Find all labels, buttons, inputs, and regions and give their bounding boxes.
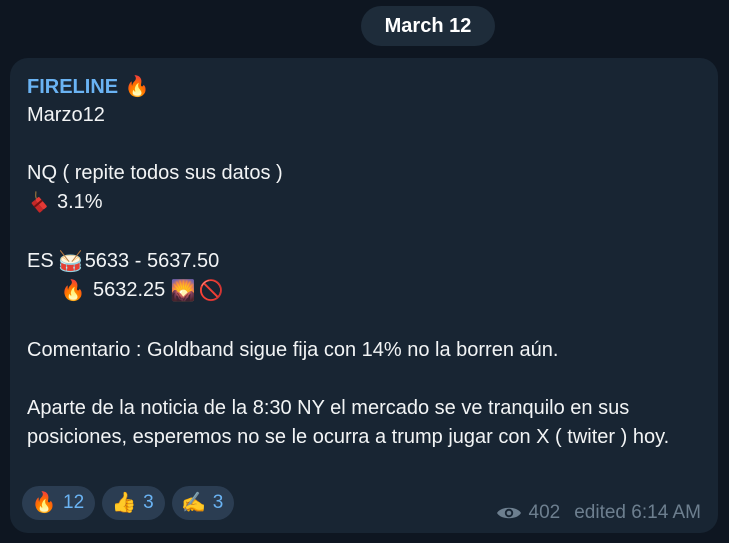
drum-emoji: 🥁	[58, 250, 84, 273]
message-line-nq: NQ ( repite todos sus datos )	[27, 159, 283, 188]
message-meta: 402 edited 6:14 AM	[496, 502, 701, 524]
message-text-es-range: 5633 - 5637.50	[84, 250, 220, 272]
fire-emoji: 🔥	[124, 76, 150, 98]
reaction-writing-hand[interactable]: ✍️ 3	[171, 486, 235, 520]
reactions-bar: 🔥 12 👍 3 ✍️ 3	[22, 486, 235, 520]
edited-timestamp: edited 6:14 AM	[574, 502, 701, 523]
message-line-date: Marzo12	[27, 101, 105, 130]
channel-header: FIRELINE 🔥	[27, 72, 150, 102]
reaction-count: 12	[63, 492, 85, 513]
no-entry-emoji: 🚫	[198, 279, 224, 302]
date-separator: March 12	[361, 6, 495, 46]
message-text-level: 5632.25	[93, 279, 166, 301]
reaction-count: 3	[143, 492, 154, 513]
message-bubble: FIRELINE 🔥 Marzo12 NQ ( repite todos sus…	[10, 58, 718, 533]
channel-name[interactable]: FIRELINE	[27, 76, 118, 99]
reaction-count: 3	[212, 492, 224, 513]
message-text-comment: Comentario : Goldband sigue fija con 14%…	[27, 339, 559, 361]
message-text-date: Marzo12	[27, 104, 105, 126]
message-line-percent: 3.1%	[27, 188, 103, 217]
view-count: 402	[528, 502, 561, 523]
reaction-thumbs-up[interactable]: 👍 3	[102, 486, 165, 520]
message-text-nq: NQ ( repite todos sus datos )	[27, 162, 283, 184]
eye-icon	[496, 504, 522, 522]
fire-emoji: 🔥	[60, 279, 86, 302]
message-line-es: ES 🥁 5633 - 5637.50	[27, 247, 219, 276]
sunrise-emoji: 🌄	[170, 279, 196, 302]
dynamite-icon	[27, 190, 51, 215]
reaction-fire[interactable]: 🔥 12	[22, 486, 96, 520]
message-text-percent: 3.1%	[57, 191, 103, 213]
writing-hand-emoji: ✍️	[181, 492, 207, 514]
message-text-es: ES	[27, 250, 54, 272]
thumbs-up-emoji: 👍	[111, 492, 137, 514]
fire-emoji: 🔥	[31, 492, 57, 514]
message-text-note: Aparte de la noticia de la 8:30 NY el me…	[27, 397, 670, 448]
message-line-level: 🔥 5632.25 🌄 🚫	[60, 276, 224, 305]
